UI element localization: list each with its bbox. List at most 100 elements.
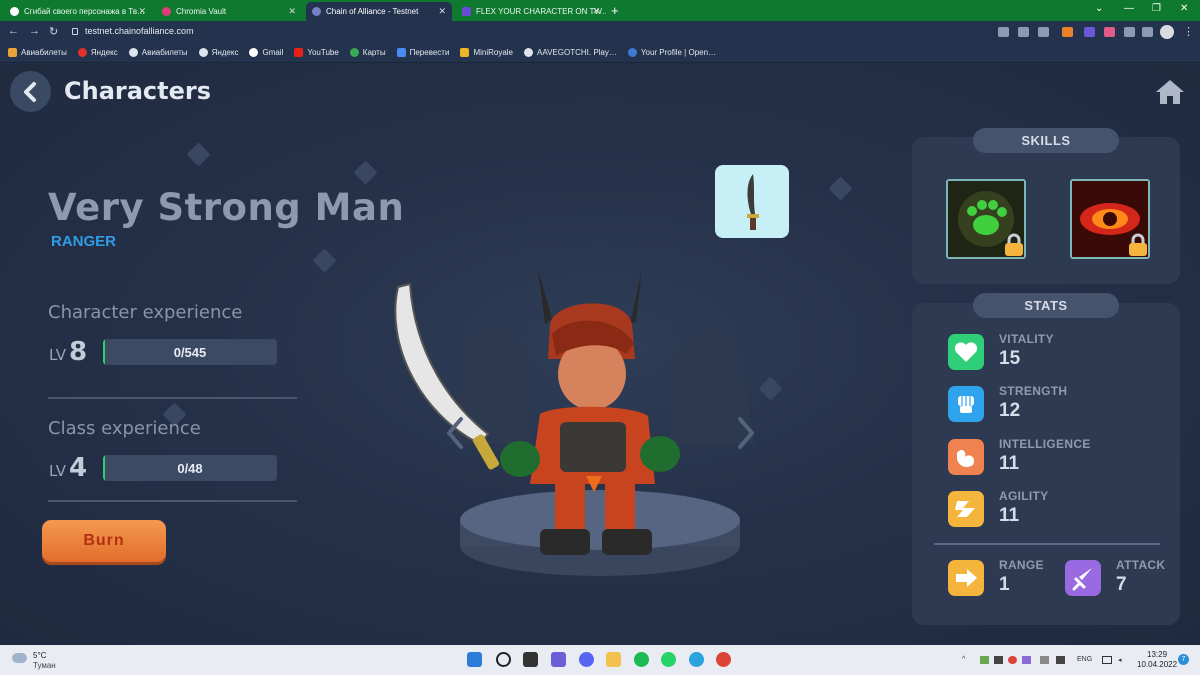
level-label: LV bbox=[49, 346, 66, 364]
sidebar-icon[interactable] bbox=[1142, 27, 1153, 37]
bookmark-item[interactable]: AAVEGOTCHI. Play… bbox=[524, 48, 617, 57]
bookmark-item[interactable]: Your Profile | Open… bbox=[627, 48, 716, 57]
tab-title: Сгибай своего персонажа в Тв… bbox=[24, 7, 146, 16]
bookmark-item[interactable]: Авиабилеты bbox=[128, 48, 188, 57]
page-title: Characters bbox=[64, 77, 212, 105]
file-explorer-icon[interactable] bbox=[606, 652, 621, 667]
wind-icon bbox=[948, 491, 984, 527]
volume-icon[interactable]: ◂ bbox=[1118, 656, 1122, 664]
weather-desc[interactable]: Туман bbox=[33, 661, 56, 670]
bookmark-item[interactable]: Авиабилеты bbox=[8, 48, 67, 57]
spotify-icon[interactable] bbox=[634, 652, 649, 667]
class-xp-bar: 0/48 bbox=[103, 455, 277, 481]
range-arrow-icon bbox=[948, 560, 984, 596]
weather-temp[interactable]: 5°C bbox=[33, 651, 46, 660]
stat-label: VITALITY bbox=[999, 332, 1054, 346]
windows-taskbar: 5°C Туман ^ ENG ◂ 13:29 10.04.2022 7 bbox=[0, 645, 1200, 675]
browser-tab[interactable]: FLEX YOUR CHARACTER ON TW… ✕ bbox=[456, 2, 606, 21]
fist-icon bbox=[948, 386, 984, 422]
extension-icon[interactable] bbox=[1084, 27, 1095, 37]
weather-icon[interactable] bbox=[12, 653, 27, 663]
youtube-icon bbox=[294, 48, 304, 57]
decorative-diamond bbox=[312, 248, 337, 273]
chromia-icon bbox=[162, 7, 171, 16]
share-icon[interactable] bbox=[1018, 27, 1029, 37]
browser-tab[interactable]: Chromia Vault ✕ bbox=[156, 2, 302, 21]
close-tab-icon[interactable]: ✕ bbox=[288, 6, 296, 17]
class-level: LV 4 bbox=[49, 453, 87, 483]
level-number: 4 bbox=[68, 453, 88, 483]
home-icon[interactable] bbox=[1155, 78, 1185, 106]
browser-tab[interactable]: Сгибай своего персонажа в Тв… ✕ bbox=[4, 2, 152, 21]
tray-app-icon[interactable] bbox=[1022, 656, 1031, 664]
clock-time: 13:29 bbox=[1147, 650, 1168, 659]
tray-app-icon[interactable] bbox=[980, 656, 989, 664]
search-icon[interactable] bbox=[496, 652, 511, 667]
stats-divider bbox=[934, 543, 1160, 545]
clock[interactable]: 13:29 10.04.2022 bbox=[1137, 650, 1177, 670]
translate-icon[interactable] bbox=[998, 27, 1009, 37]
form-icon bbox=[462, 7, 471, 16]
globe-icon bbox=[524, 48, 534, 57]
notification-badge[interactable]: 7 bbox=[1178, 654, 1189, 665]
stat-value: 1 bbox=[999, 574, 1010, 595]
close-tab-icon[interactable]: ✕ bbox=[592, 6, 600, 17]
metamask-icon[interactable] bbox=[1062, 27, 1073, 37]
bookmark-item[interactable]: Яндекс bbox=[198, 48, 238, 57]
task-view-icon[interactable] bbox=[523, 652, 538, 667]
character-model bbox=[394, 269, 755, 576]
url-field[interactable]: testnet.chainofalliance.com bbox=[85, 26, 194, 36]
lock-icon[interactable] bbox=[72, 28, 78, 35]
stat-value: 7 bbox=[1116, 574, 1127, 595]
prev-character-arrow-icon[interactable] bbox=[445, 416, 465, 450]
discord-icon[interactable] bbox=[579, 652, 594, 667]
xp-text: 0/545 bbox=[173, 345, 207, 360]
bookmark-item[interactable]: Карты bbox=[349, 48, 386, 57]
cloud-icon[interactable] bbox=[1040, 656, 1049, 664]
new-tab-icon[interactable]: + bbox=[611, 3, 619, 18]
language-indicator[interactable]: ENG bbox=[1077, 656, 1092, 663]
heart-icon bbox=[948, 334, 984, 370]
brain-icon bbox=[948, 439, 984, 475]
menu-icon[interactable]: ⋮ bbox=[1183, 25, 1194, 38]
forward-nav-icon[interactable]: → bbox=[29, 25, 40, 37]
weapon-slot[interactable] bbox=[715, 165, 789, 238]
chrome-icon[interactable] bbox=[716, 652, 731, 667]
windows-start-icon[interactable] bbox=[467, 652, 482, 667]
bookmark-item[interactable]: MiniRoyale bbox=[460, 48, 513, 57]
close-window-icon[interactable]: ✕ bbox=[1180, 3, 1188, 14]
bookmark-star-icon[interactable] bbox=[1038, 27, 1049, 37]
bookmark-icon bbox=[8, 48, 17, 57]
whatsapp-icon[interactable] bbox=[661, 652, 676, 667]
tray-app-icon[interactable] bbox=[1008, 656, 1017, 664]
game-view: Characters Very Strong Man RANGER Charac… bbox=[0, 64, 1200, 645]
bookmark-item[interactable]: YouTube bbox=[294, 48, 339, 57]
chevron-left-icon bbox=[23, 81, 36, 102]
tray-expand-icon[interactable]: ^ bbox=[962, 656, 965, 663]
extension-icon[interactable] bbox=[1104, 27, 1115, 37]
bookmark-item[interactable]: Gmail bbox=[249, 48, 283, 57]
profile-avatar[interactable] bbox=[1160, 25, 1174, 39]
browser-tab-active[interactable]: Chain of Alliance - Testnet ✕ bbox=[306, 2, 452, 21]
close-tab-icon[interactable]: ✕ bbox=[138, 6, 146, 17]
stat-value: 12 bbox=[999, 400, 1021, 421]
bookmark-item[interactable]: Перевести bbox=[396, 48, 449, 57]
puzzle-icon[interactable] bbox=[1124, 27, 1135, 37]
back-nav-icon[interactable]: ← bbox=[8, 25, 19, 37]
burn-button[interactable]: Burn bbox=[42, 520, 166, 562]
back-button[interactable] bbox=[10, 71, 51, 112]
tray-app-icon[interactable] bbox=[994, 656, 1003, 664]
tab-search-icon[interactable]: ⌄ bbox=[1095, 3, 1103, 14]
next-character-arrow-icon[interactable] bbox=[736, 416, 756, 450]
skills-title: SKILLS bbox=[973, 128, 1119, 153]
telegram-icon[interactable] bbox=[689, 652, 704, 667]
bookmark-item[interactable]: Яндекс bbox=[77, 48, 118, 57]
maximize-icon[interactable]: ❐ bbox=[1152, 3, 1161, 14]
mic-icon[interactable] bbox=[1056, 656, 1065, 664]
reload-icon[interactable]: ↻ bbox=[49, 25, 58, 38]
class-experience-title: Class experience bbox=[48, 418, 201, 439]
close-tab-icon[interactable]: ✕ bbox=[438, 6, 446, 17]
chat-icon[interactable] bbox=[551, 652, 566, 667]
minimize-icon[interactable]: — bbox=[1124, 3, 1134, 14]
monitor-icon[interactable] bbox=[1102, 656, 1112, 664]
